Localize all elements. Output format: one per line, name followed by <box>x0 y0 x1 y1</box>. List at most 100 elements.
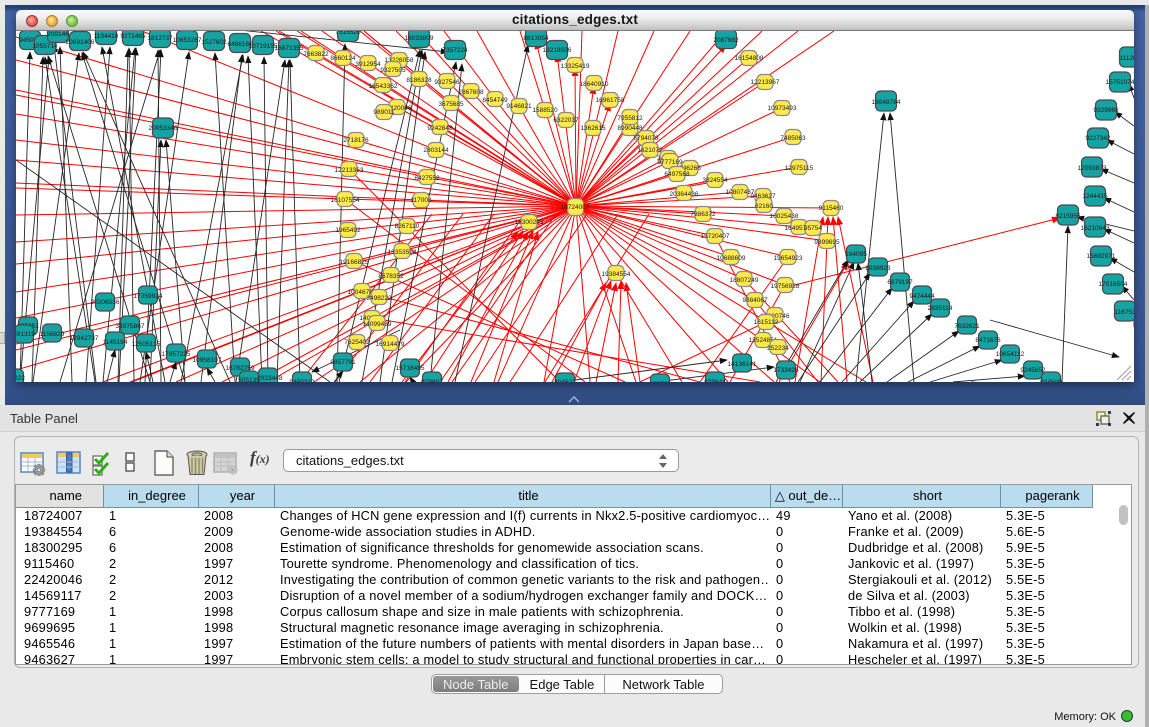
svg-text:1615112: 1615112 <box>754 319 779 326</box>
svg-text:8186328: 8186328 <box>406 77 432 84</box>
svg-text:117008: 117008 <box>410 197 432 204</box>
svg-text:3498222: 3498222 <box>366 295 392 302</box>
svg-text:9327505: 9327505 <box>380 67 406 74</box>
svg-text:18724007: 18724007 <box>561 204 590 211</box>
svg-text:100782: 100782 <box>649 381 671 382</box>
svg-text:12213967: 12213967 <box>751 79 780 86</box>
svg-text:13325419: 13325419 <box>561 63 590 70</box>
svg-text:1588520: 1588520 <box>532 107 558 114</box>
svg-text:505135: 505135 <box>238 377 260 382</box>
svg-text:10654112: 10654112 <box>996 351 1025 358</box>
svg-text:1965492: 1965492 <box>335 227 361 234</box>
svg-text:8454749: 8454749 <box>482 97 508 104</box>
svg-text:1733426: 1733426 <box>773 367 799 374</box>
svg-text:2087682: 2087682 <box>713 37 739 44</box>
svg-text:1156829: 1156829 <box>40 331 65 338</box>
svg-text:8267110: 8267110 <box>395 223 420 230</box>
svg-text:8215955: 8215955 <box>1055 213 1081 220</box>
svg-text:10025438: 10025438 <box>770 213 799 220</box>
svg-text:15300293: 15300293 <box>515 219 544 226</box>
svg-text:17359924: 17359924 <box>134 293 163 300</box>
svg-text:6497568: 6497568 <box>664 171 690 178</box>
svg-text:62160: 62160 <box>755 203 773 210</box>
svg-text:9474444: 9474444 <box>909 293 935 300</box>
svg-text:1362615: 1362615 <box>580 125 606 132</box>
svg-text:3675685: 3675685 <box>438 101 464 108</box>
svg-text:111205: 111205 <box>1120 55 1134 62</box>
svg-text:13353594: 13353594 <box>388 249 417 256</box>
svg-text:804522: 804522 <box>554 379 576 382</box>
svg-text:8471676: 8471676 <box>975 337 1001 344</box>
svg-text:17957225: 17957225 <box>162 351 191 358</box>
svg-text:19166825: 19166825 <box>340 259 369 266</box>
svg-text:3824554: 3824554 <box>702 177 728 184</box>
svg-text:12093873: 12093873 <box>1078 165 1107 172</box>
svg-text:6879197: 6879197 <box>887 279 913 286</box>
svg-text:16154808: 16154808 <box>735 55 764 62</box>
svg-text:20691406: 20691406 <box>66 39 95 46</box>
svg-text:7625402: 7625402 <box>344 339 370 346</box>
svg-text:16107554: 16107554 <box>331 197 360 204</box>
svg-text:9245652: 9245652 <box>1020 367 1046 374</box>
svg-text:12942737: 12942737 <box>70 335 99 342</box>
svg-text:2867608: 2867608 <box>458 89 484 96</box>
svg-text:15716485: 15716485 <box>396 365 425 372</box>
svg-text:16914479: 16914479 <box>376 341 405 348</box>
svg-text:20053346: 20053346 <box>149 125 178 132</box>
svg-text:9146821: 9146821 <box>506 103 532 110</box>
svg-text:2803144: 2803144 <box>423 147 449 154</box>
svg-text:9327546: 9327546 <box>434 79 460 86</box>
svg-text:7986372: 7986372 <box>690 211 716 218</box>
svg-text:7955812: 7955812 <box>617 115 643 122</box>
svg-text:1812737: 1812737 <box>147 35 173 42</box>
svg-text:16961758: 16961758 <box>596 97 625 104</box>
svg-text:16648784: 16648784 <box>872 99 901 106</box>
svg-text:95754: 95754 <box>804 225 822 232</box>
svg-text:9115460: 9115460 <box>819 205 844 212</box>
svg-text:2718176: 2718176 <box>343 137 369 144</box>
svg-text:8813054: 8813054 <box>523 35 549 42</box>
svg-text:116753: 116753 <box>1114 309 1134 316</box>
svg-text:19384554: 19384554 <box>602 271 631 278</box>
svg-text:8990448: 8990448 <box>617 125 643 132</box>
svg-text:9884067: 9884067 <box>742 297 768 304</box>
svg-text:15720407: 15720407 <box>701 233 730 240</box>
svg-text:1194410: 1194410 <box>94 33 119 40</box>
svg-text:12975115: 12975115 <box>785 165 814 172</box>
svg-text:14136141: 14136141 <box>728 361 757 368</box>
svg-text:9857791: 9857791 <box>330 359 356 366</box>
svg-text:1621072: 1621072 <box>637 147 663 154</box>
svg-text:12505135: 12505135 <box>132 341 161 348</box>
svg-text:7632621: 7632621 <box>954 323 980 330</box>
svg-text:10973493: 10973493 <box>768 105 797 112</box>
svg-text:16543362: 16543362 <box>369 83 398 90</box>
svg-text:10653267: 10653267 <box>173 37 202 44</box>
svg-text:16671355: 16671355 <box>275 45 304 52</box>
svg-text:16033809: 16033809 <box>405 35 434 42</box>
svg-text:10958107: 10958107 <box>193 357 222 364</box>
svg-text:8678352: 8678352 <box>378 273 404 280</box>
svg-text:3912954: 3912954 <box>355 61 381 68</box>
svg-text:18807249: 18807249 <box>730 277 759 284</box>
svg-text:9450212: 9450212 <box>289 379 315 382</box>
svg-text:6322037: 6322037 <box>553 117 579 124</box>
svg-text:924509: 924509 <box>1040 379 1062 382</box>
svg-text:7485063: 7485063 <box>780 135 806 142</box>
svg-text:9329966: 9329966 <box>1093 107 1119 114</box>
svg-text:20364436: 20364436 <box>670 191 699 198</box>
svg-text:2835114: 2835114 <box>928 305 953 312</box>
svg-text:16210643: 16210643 <box>1081 225 1110 232</box>
svg-text:209146: 209146 <box>47 31 69 38</box>
svg-text:7357224: 7357224 <box>442 47 468 54</box>
svg-text:19218506: 19218506 <box>543 47 572 54</box>
svg-text:10719155: 10719155 <box>249 43 278 50</box>
svg-text:15751074: 15751074 <box>1106 79 1134 86</box>
svg-text:391319: 391319 <box>16 331 35 338</box>
svg-text:17016504: 17016504 <box>1099 281 1128 288</box>
svg-text:1244415: 1244415 <box>1082 193 1108 200</box>
svg-text:10688609: 10688609 <box>717 255 746 262</box>
svg-text:1145194: 1145194 <box>103 339 128 346</box>
svg-text:20206536: 20206536 <box>91 299 120 306</box>
svg-text:15692971: 15692971 <box>1087 253 1116 260</box>
svg-text:1527602: 1527602 <box>201 39 227 46</box>
